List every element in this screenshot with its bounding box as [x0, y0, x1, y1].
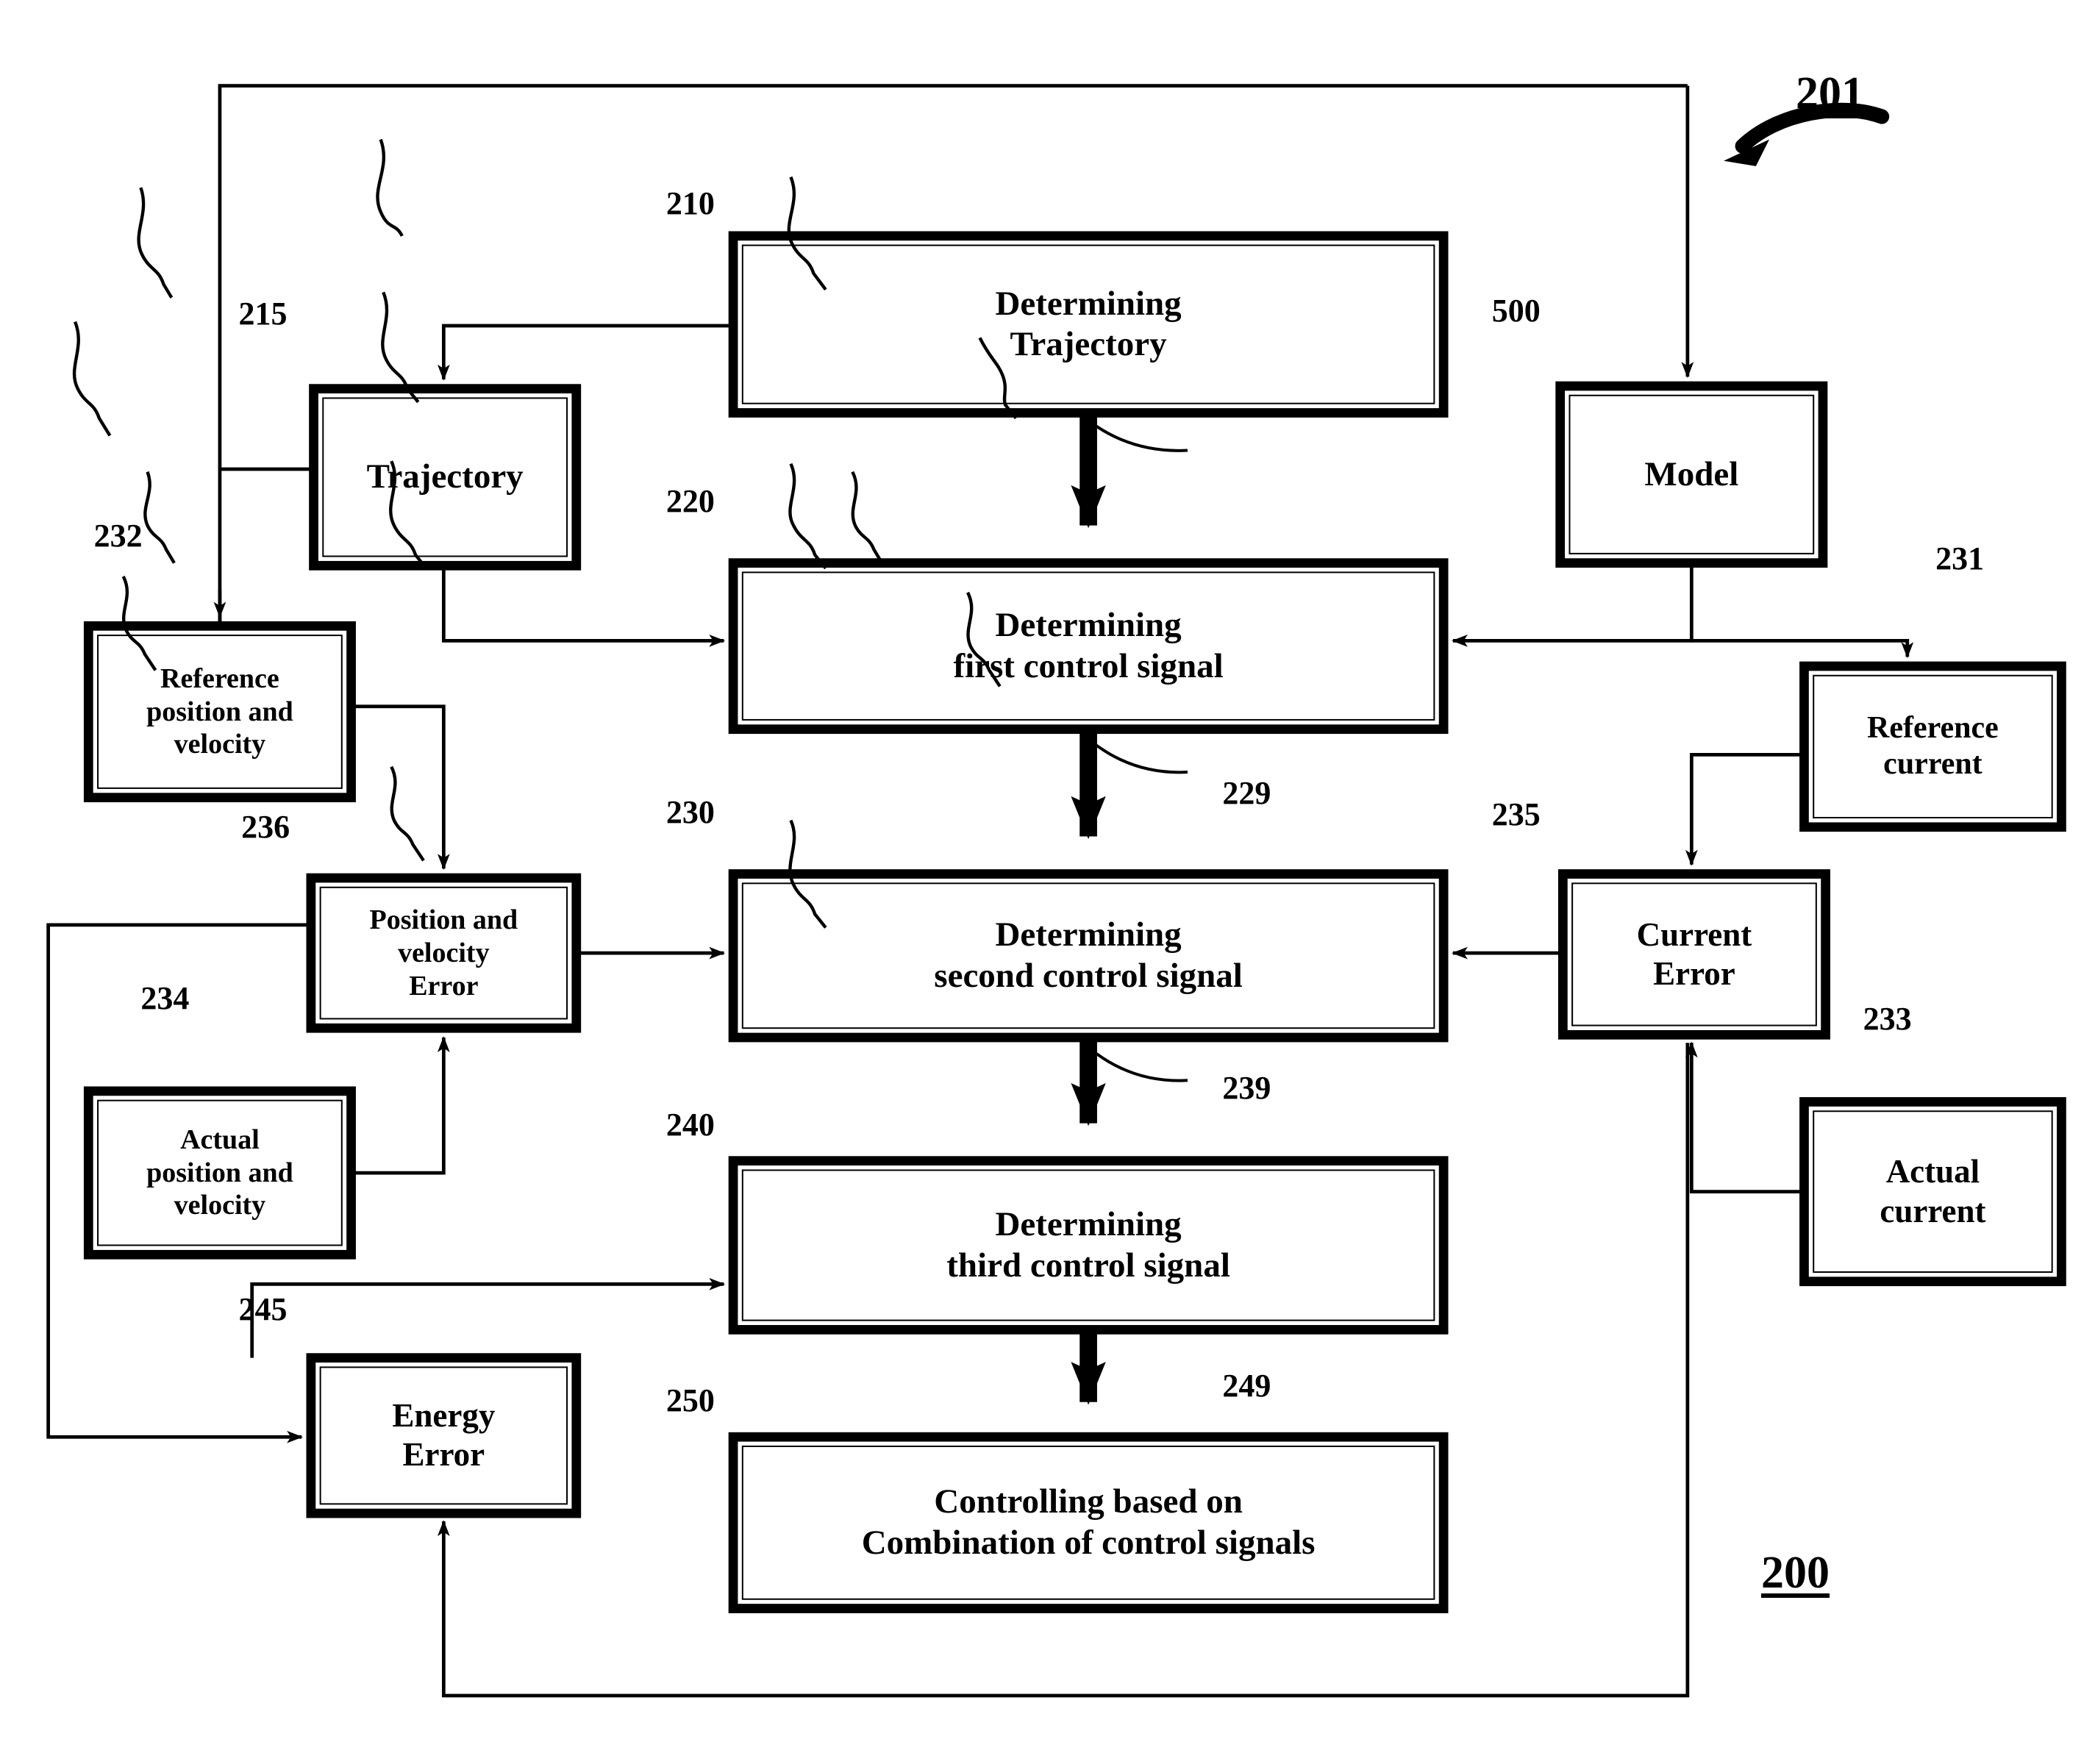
wire-energy-to-third [250, 1277, 726, 1358]
box-outline-actual_position_velocity [83, 1086, 356, 1260]
reference-number-250: 250 [665, 1382, 715, 1419]
patent-figure-canvas: Determining Trajectory Trajectory Model Refe… [0, 0, 2095, 1764]
wire-model-to-refcurrent [1691, 638, 1914, 659]
box-layer [83, 231, 2066, 1613]
box-outline-current_error [1557, 869, 1831, 1040]
box-outline-determining_trajectory [728, 231, 1449, 418]
signal-reference-first_control_signal_ref: 229 [1222, 775, 1271, 812]
wire-refpos-to-pverror [351, 704, 450, 871]
reference-number-230: 230 [665, 793, 715, 830]
reference-number-215: 215 [238, 295, 288, 332]
wire-actualcur-to-currenterror [1685, 1041, 1805, 1193]
box-outline-determining_third_control [728, 1156, 1449, 1335]
signal-reference-third_control_signal_ref: 249 [1222, 1368, 1271, 1404]
reference-number-233: 233 [1863, 1000, 1912, 1037]
box-outline-energy_error [306, 1353, 582, 1518]
box-outline-reference_current [1799, 661, 2066, 832]
wire-dettraj-to-trajectory [437, 324, 734, 381]
box-outline-determining_second_control [728, 869, 1449, 1043]
box-outline-controlling_combination [728, 1432, 1449, 1613]
reference-number-235: 235 [1491, 796, 1541, 833]
reference-number-234: 234 [140, 980, 190, 1017]
diagram-svg [46, 84, 2066, 1698]
reference-number-236: 236 [241, 808, 290, 845]
leader-249 [1095, 1052, 1188, 1082]
box-outline-model [1555, 381, 1828, 568]
wire-model-to-first [1452, 563, 1694, 647]
figure-id-201: 201 [1796, 68, 1864, 118]
box-outline-position_velocity_error [306, 873, 582, 1033]
fig-201-pointer [1724, 102, 1890, 167]
reference-number-220: 220 [665, 482, 715, 519]
box-outline-determining_first_control [728, 558, 1449, 735]
reference-number-231: 231 [1935, 540, 1985, 577]
reference-number-240: 240 [665, 1106, 715, 1143]
leader-229 [1095, 425, 1188, 452]
reference-number-232: 232 [93, 518, 143, 554]
reference-number-245: 245 [238, 1291, 288, 1328]
box-outline-reference_position_velocity [83, 621, 356, 803]
signal-reference-second_control_signal_ref: 239 [1222, 1070, 1271, 1107]
leader-239 [1095, 743, 1188, 774]
reference-number-500: 500 [1491, 293, 1541, 329]
box-outline-actual_current [1799, 1097, 2066, 1287]
wire-actualpos-to-pverror [351, 1036, 450, 1175]
figure-id-200: 200 [1761, 1548, 1830, 1598]
box-outline-trajectory [309, 384, 582, 571]
wire-trajectory-to-first [441, 565, 726, 647]
wire-refcurrent-to-currenterror [1685, 752, 1805, 866]
reference-number-210: 210 [665, 185, 715, 222]
